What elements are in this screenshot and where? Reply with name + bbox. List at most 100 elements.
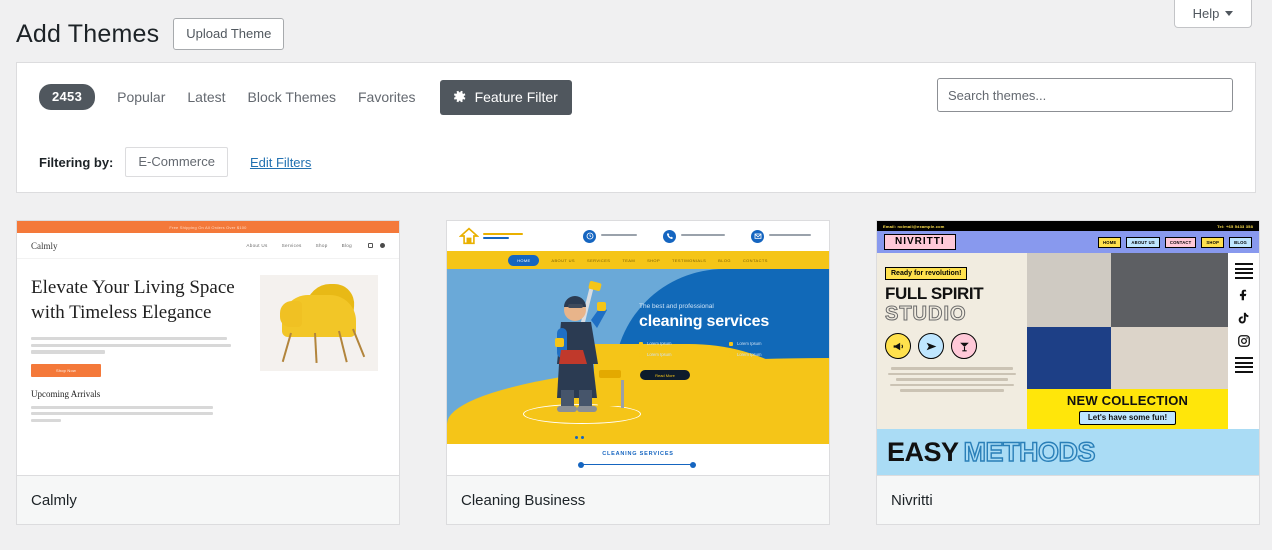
filtering-by-label: Filtering by: bbox=[39, 155, 113, 170]
preview-menu-item: CONTACT bbox=[1165, 237, 1197, 248]
preview-hero-button: Read More bbox=[639, 369, 691, 381]
preview-bullet-text: Lorem Ipsum bbox=[737, 352, 761, 357]
megaphone-icon bbox=[885, 333, 911, 359]
theme-filter-panel: 2453 Popular Latest Block Themes Favorit… bbox=[16, 62, 1256, 193]
preview-contact-text bbox=[681, 234, 725, 238]
add-themes-page: Help Add Themes Upload Theme 2453 Popula… bbox=[0, 0, 1272, 550]
preview-hero: The best and professional cleaning servi… bbox=[447, 269, 829, 444]
tab-popular[interactable]: Popular bbox=[117, 89, 165, 105]
tab-latest[interactable]: Latest bbox=[187, 89, 225, 105]
theme-card[interactable]: HOME ABOUT US SERVICES TEAM SHOP TESTIMO… bbox=[446, 220, 830, 525]
preview-section-strip: CLEANING SERVICES bbox=[447, 444, 829, 475]
theme-name: Nivritti bbox=[891, 492, 933, 509]
preview-contact-item bbox=[583, 230, 637, 243]
help-tab[interactable]: Help bbox=[1174, 0, 1252, 28]
preview-menu: HOME ABOUT US CONTACT SHOP BLOG bbox=[1098, 237, 1252, 248]
preview-contact-item bbox=[751, 230, 811, 243]
preview-photo-grid: NEW COLLECTION Let's have some fun! bbox=[1027, 253, 1228, 429]
preview-contact-text bbox=[601, 234, 637, 238]
tab-favorites[interactable]: Favorites bbox=[358, 89, 416, 105]
preview-hero-kicker: The best and professional bbox=[639, 303, 819, 310]
preview-collection-button: Let's have some fun! bbox=[1079, 411, 1176, 425]
mail-icon bbox=[751, 230, 764, 243]
preview-menu-item: ABOUT US bbox=[1126, 237, 1159, 248]
preview-logo: Calmly bbox=[31, 241, 58, 251]
preview-slider-dots bbox=[575, 436, 584, 439]
chevron-down-icon bbox=[1225, 11, 1233, 16]
search-input[interactable] bbox=[937, 78, 1233, 112]
theme-card[interactable]: Free Shipping On All Orders Over $100 Ca… bbox=[16, 220, 400, 525]
preview-menu-item: SHOP bbox=[1201, 237, 1224, 248]
preview-section-heading: Upcoming Arrivals bbox=[31, 389, 385, 399]
facebook-icon bbox=[1237, 288, 1251, 302]
theme-card[interactable]: Email: nolmail@example.com Tel: +65 5433… bbox=[876, 220, 1260, 525]
feature-filter-button[interactable]: Feature Filter bbox=[440, 80, 572, 115]
preview-nav-icons bbox=[368, 243, 385, 248]
house-icon bbox=[459, 227, 479, 245]
theme-screenshot[interactable]: Email: nolmail@example.com Tel: +65 5433… bbox=[877, 221, 1259, 475]
tiktok-icon bbox=[1237, 311, 1251, 325]
preview-badge-icons bbox=[885, 333, 1019, 359]
search-icon bbox=[368, 243, 373, 248]
preview-section-paragraph bbox=[31, 406, 385, 422]
menu-lines-icon bbox=[1235, 263, 1253, 279]
preview-paragraph bbox=[31, 337, 246, 353]
preview-hero-bullets: Lorem Ipsum Lorem Ipsum Lorem Ipsum Lore… bbox=[639, 341, 819, 357]
preview-menu-item: Shop bbox=[316, 243, 328, 248]
preview-menu-item: Blog bbox=[342, 243, 352, 248]
bullet-icon bbox=[729, 342, 733, 346]
preview-bullet-text: Lorem Ipsum bbox=[647, 352, 671, 357]
preview-menu-item: ABOUT US bbox=[551, 258, 575, 263]
preview-menu-item: TESTIMONIALS bbox=[672, 258, 706, 263]
preview-menu-item: HOME bbox=[1098, 237, 1121, 248]
theme-card-footer: Nivritti bbox=[877, 475, 1259, 524]
preview-product-image bbox=[260, 275, 378, 371]
theme-name: Calmly bbox=[31, 492, 77, 509]
preview-social-rail bbox=[1228, 253, 1259, 429]
preview-heading-line2: STUDIO bbox=[885, 303, 1019, 326]
preview-footer-word1: EASY bbox=[887, 437, 959, 468]
theme-card-footer: Calmly bbox=[17, 475, 399, 524]
bullet-icon bbox=[639, 342, 643, 346]
preview-contact-item bbox=[663, 230, 725, 243]
help-tab-label: Help bbox=[1193, 6, 1220, 21]
bullet-icon bbox=[639, 353, 643, 357]
theme-screenshot[interactable]: Free Shipping On All Orders Over $100 Ca… bbox=[17, 221, 399, 475]
bullet-icon bbox=[729, 353, 733, 357]
menu-lines-icon bbox=[1235, 357, 1253, 373]
preview-logo: NIVRITTI bbox=[884, 234, 956, 250]
preview-heading: Elevate Your Living Space with Timeless … bbox=[31, 275, 246, 325]
page-header: Add Themes Upload Theme bbox=[16, 18, 284, 50]
preview-footer-band: EASY METHODS bbox=[877, 429, 1259, 475]
tab-block-themes[interactable]: Block Themes bbox=[248, 89, 336, 105]
clock-icon bbox=[583, 230, 596, 243]
preview-logo bbox=[459, 227, 523, 245]
theme-grid: Free Shipping On All Orders Over $100 Ca… bbox=[16, 220, 1260, 525]
preview-heading-line1: FULL SPIRIT bbox=[885, 284, 1019, 304]
preview-menu-item: SHOP bbox=[647, 258, 660, 263]
preview-topbar-tel: Tel: +65 5433 358 bbox=[1217, 224, 1253, 229]
preview-hero-heading: cleaning services bbox=[639, 313, 819, 331]
preview-section-label: CLEANING SERVICES bbox=[447, 451, 829, 457]
preview-worker-illustration bbox=[535, 280, 631, 418]
preview-collection-banner: NEW COLLECTION Let's have some fun! bbox=[1027, 389, 1228, 429]
preview-contact-text bbox=[769, 234, 811, 238]
gear-icon bbox=[452, 89, 467, 104]
airplane-icon bbox=[918, 333, 944, 359]
preview-menu-item: TEAM bbox=[622, 258, 635, 263]
theme-navigation-tabs: 2453 Popular Latest Block Themes Favorit… bbox=[17, 63, 1255, 131]
page-title: Add Themes bbox=[16, 20, 159, 49]
active-filter-chip[interactable]: E-Commerce bbox=[125, 147, 228, 177]
preview-topbar bbox=[447, 221, 829, 251]
instagram-icon bbox=[1237, 334, 1251, 348]
preview-topbar-email: Email: nolmail@example.com bbox=[883, 224, 945, 229]
preview-menu-item: BLOG bbox=[718, 258, 731, 263]
active-filters-row: Filtering by: E-Commerce Edit Filters bbox=[17, 131, 1255, 193]
preview-menu: About Us Services Shop Blog bbox=[246, 243, 352, 248]
edit-filters-link[interactable]: Edit Filters bbox=[250, 155, 311, 170]
cocktail-icon bbox=[951, 333, 977, 359]
theme-screenshot[interactable]: HOME ABOUT US SERVICES TEAM SHOP TESTIMO… bbox=[447, 221, 829, 475]
preview-divider bbox=[581, 464, 693, 465]
upload-theme-button[interactable]: Upload Theme bbox=[173, 18, 284, 50]
theme-card-footer: Cleaning Business bbox=[447, 475, 829, 524]
